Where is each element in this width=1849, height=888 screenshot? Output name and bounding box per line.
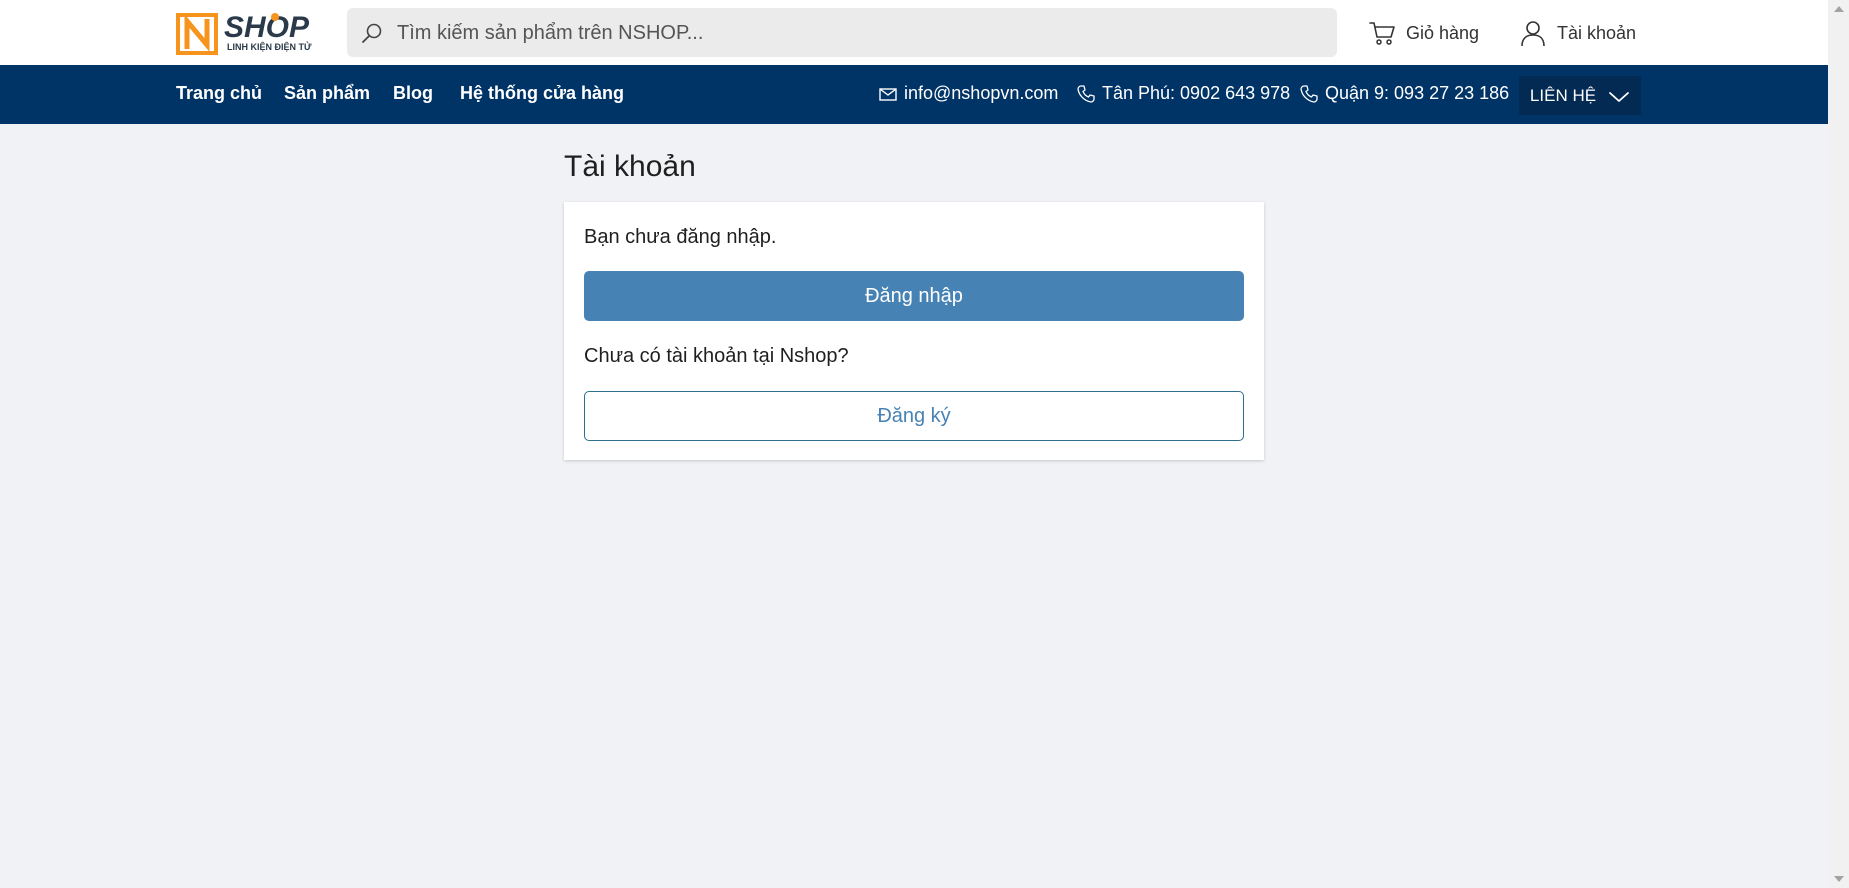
- contact-phone-tanphu[interactable]: Tân Phú: 0902 643 978: [1076, 83, 1290, 104]
- contact-dropdown-label: LIÊN HỆ: [1529, 85, 1597, 105]
- chevron-down-icon: [1608, 89, 1630, 103]
- user-icon: [1519, 19, 1547, 47]
- contact-email-label: info@nshopvn.com: [904, 83, 1059, 103]
- page-title: Tài khoản: [564, 150, 696, 183]
- page: SHOP LINH KIỆN ĐIỆN TỬ Tìm kiếm sản phẩm…: [0, 0, 1828, 888]
- logo-brand-text: SHOP: [224, 11, 310, 44]
- account-label: Tài khoản: [1557, 22, 1637, 43]
- site-logo[interactable]: SHOP LINH KIỆN ĐIỆN TỬ: [175, 9, 321, 55]
- search-icon[interactable]: [361, 22, 383, 44]
- nav-item-home[interactable]: Trang chủ: [176, 83, 262, 104]
- contact-phone-tanphu-label: Tân Phú: 0902 643 978: [1102, 83, 1291, 103]
- search-bar: [347, 8, 1337, 59]
- not-logged-in-message: Bạn chưa đăng nhập.: [584, 226, 777, 248]
- no-account-question: Chưa có tài khoản tại Nshop?: [584, 345, 849, 367]
- account-card: Bạn chưa đăng nhập. Đăng nhập Chưa có tà…: [564, 202, 1264, 460]
- n-logo-icon: SHOP LINH KIỆN ĐIỆN TỬ: [176, 11, 312, 55]
- cart-label: Giỏ hàng: [1406, 22, 1480, 43]
- phone-icon: [1076, 84, 1096, 104]
- vertical-scrollbar[interactable]: [1828, 0, 1849, 888]
- site-header: SHOP LINH KIỆN ĐIỆN TỬ Tìm kiếm sản phẩm…: [0, 0, 1828, 65]
- search-input[interactable]: [395, 8, 1319, 59]
- cart-link[interactable]: Giỏ hàng: [1368, 18, 1479, 48]
- logo-tagline: LINH KIỆN ĐIỆN TỬ: [227, 41, 312, 52]
- contact-dropdown-button[interactable]: LIÊN HỆ: [1519, 76, 1641, 115]
- phone-icon: [1299, 84, 1319, 104]
- nav-item-blog[interactable]: Blog: [393, 83, 433, 104]
- login-button[interactable]: Đăng nhập: [584, 271, 1244, 321]
- account-link[interactable]: Tài khoản: [1519, 18, 1636, 48]
- contact-phone-quan9-label: Quận 9: 093 27 23 186: [1325, 83, 1510, 103]
- register-button[interactable]: Đăng ký: [584, 391, 1244, 441]
- contact-email[interactable]: info@nshopvn.com: [878, 83, 1058, 104]
- cart-icon: [1368, 19, 1396, 47]
- scroll-up-arrow-icon[interactable]: [1834, 6, 1844, 12]
- nav-item-store-system[interactable]: Hệ thống cửa hàng: [460, 83, 624, 104]
- mail-icon: [878, 84, 898, 104]
- contact-phone-quan9[interactable]: Quận 9: 093 27 23 186: [1299, 83, 1509, 104]
- scroll-down-arrow-icon[interactable]: [1834, 876, 1844, 882]
- nav-item-products[interactable]: Sản phẩm: [284, 83, 370, 104]
